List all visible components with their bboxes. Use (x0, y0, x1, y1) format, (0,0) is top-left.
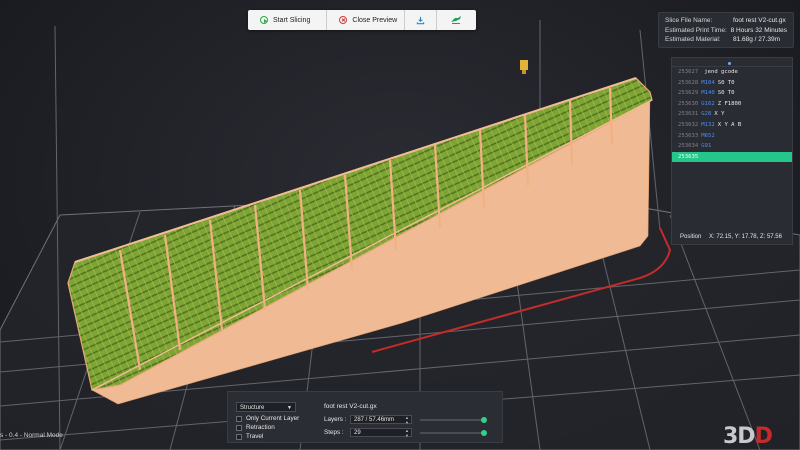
print-button[interactable] (437, 10, 476, 30)
gcode-line-number: 253631 (678, 111, 699, 118)
gcode-command: G28 (701, 111, 712, 118)
file-name-value: foot rest V2-cut.gx (733, 17, 786, 24)
steps-row: Steps : 29 ▲ ▼ (324, 428, 412, 437)
top-toolbar: Start Slicing Close Preview (248, 10, 476, 30)
preview-controls: Structure ▼ Only Current Layer Retractio… (227, 391, 503, 443)
download-icon (416, 16, 424, 24)
steps-input[interactable]: 29 ▲ ▼ (350, 428, 412, 437)
material-value: 81.68g / 27.39m (733, 36, 780, 43)
download-button[interactable] (405, 10, 437, 30)
gcode-args: jend gcode (704, 69, 738, 75)
checkbox[interactable] (236, 424, 242, 431)
gcode-args: S0 T0 (717, 90, 735, 97)
gcode-command: G91 (701, 143, 712, 150)
status-mode-text: s - 0.4 - Normal Mode (0, 432, 63, 439)
print-icon (451, 16, 462, 24)
position-value: X: 72.15, Y: 17.78, Z: 57.56 (709, 234, 782, 240)
steps-value: 29 (354, 430, 361, 436)
steps-slider[interactable] (420, 430, 487, 436)
gcode-command: M652 (701, 132, 715, 139)
option-label: Retraction (246, 424, 275, 431)
gcode-line[interactable]: 253633 M652 (672, 131, 792, 142)
print-time-label: Estimated Print Time: (665, 26, 727, 34)
view-mode-value: Structure (240, 405, 265, 411)
spin-arrows-icon[interactable]: ▲ ▼ (405, 428, 409, 438)
close-preview-label: Close Preview (352, 16, 398, 24)
gcode-line[interactable]: 253632 M132 X Y A B (672, 120, 792, 131)
layers-row: Layers : 287 / 57.46mm ▲ ▼ (324, 415, 412, 424)
gcode-command: M104 (701, 79, 715, 86)
gcode-line-number: 253630 (678, 100, 699, 107)
logo-accent: D (754, 424, 773, 449)
chevron-down-icon: ▼ (287, 405, 292, 411)
gcode-panel-header (672, 58, 792, 67)
spin-arrows-icon[interactable]: ▲ ▼ (405, 415, 409, 425)
gcode-line-number: 253635 (678, 153, 699, 160)
gcode-line-number: 253632 (678, 121, 699, 128)
start-slicing-button[interactable]: Start Slicing (248, 10, 328, 30)
gcode-args: X Y A B (717, 121, 742, 128)
nozzle-marker (520, 60, 528, 74)
view-mode-select[interactable]: Structure ▼ (236, 402, 296, 412)
file-name-label: Slice File Name: (665, 17, 713, 24)
checkbox[interactable] (236, 433, 242, 440)
layers-slider[interactable] (420, 417, 487, 423)
gcode-line[interactable]: 253635 (672, 151, 792, 163)
gcode-line[interactable]: 253630 G162 Z F1800 (672, 99, 792, 110)
option-travel[interactable]: Travel (236, 433, 263, 440)
option-only-current-layer[interactable]: Only Current Layer (236, 415, 299, 422)
gcode-line[interactable]: 253628 M104 S0 T0 (672, 78, 792, 89)
print-time-value: 8 Hours 32 Minutes (730, 26, 787, 34)
layers-value: 287 / 57.46mm (354, 417, 395, 423)
gcode-line[interactable]: 253627 jend gcode (672, 67, 792, 78)
logo-text: 3D (723, 424, 756, 449)
gcode-line[interactable]: 253631 G28 X Y (672, 109, 792, 120)
gcode-line[interactable]: 253629 M140 S0 T0 (672, 88, 792, 99)
gcode-line-number: 253628 (678, 79, 699, 86)
option-label: Travel (246, 433, 264, 440)
control-file-name: foot rest V2-cut.gx (324, 403, 377, 410)
gcode-line-number: 253634 (678, 143, 699, 150)
close-icon (339, 16, 348, 24)
gcode-line-number: 253629 (678, 90, 699, 97)
gcode-line-number: 253627 (678, 69, 699, 75)
gcode-command: M132 (701, 121, 715, 128)
option-label: Only Current Layer (246, 415, 300, 422)
gcode-line[interactable]: 253634 G91 (672, 141, 792, 152)
gcode-command: G162 (701, 100, 715, 107)
gcode-args: X Y (714, 111, 725, 118)
gcode-args: S0 T0 (717, 79, 735, 86)
gcode-line-number: 253633 (678, 132, 699, 139)
gcode-panel[interactable]: 253627 jend gcode 253628 M104 S0 T0 253629 M14… (671, 57, 793, 245)
position-label: Position (680, 234, 702, 240)
gcode-command: M140 (701, 90, 715, 97)
play-icon (260, 16, 268, 24)
checkbox[interactable] (236, 415, 242, 422)
position-readout: Position X: 72.15, Y: 17.78, Z: 57.56 (680, 234, 782, 240)
start-slicing-label: Start Slicing (273, 16, 311, 24)
steps-label: Steps : (324, 429, 344, 436)
slice-info-panel: Slice File Name: foot rest V2-cut.gx Est… (658, 12, 794, 48)
steps-slider-handle[interactable] (481, 430, 487, 436)
option-retraction[interactable]: Retraction (236, 424, 275, 431)
brand-logo: 3DD (723, 424, 773, 449)
gcode-args: Z F1800 (717, 100, 742, 107)
close-preview-button[interactable]: Close Preview (327, 10, 406, 30)
gcode-list: 253627 jend gcode 253628 M104 S0 T0 253629 M14… (672, 67, 792, 163)
layers-slider-handle[interactable] (481, 417, 487, 423)
layers-label: Layers : (324, 416, 347, 423)
material-label: Estimated Material: (665, 36, 721, 43)
layers-input[interactable]: 287 / 57.46mm ▲ ▼ (350, 415, 412, 424)
